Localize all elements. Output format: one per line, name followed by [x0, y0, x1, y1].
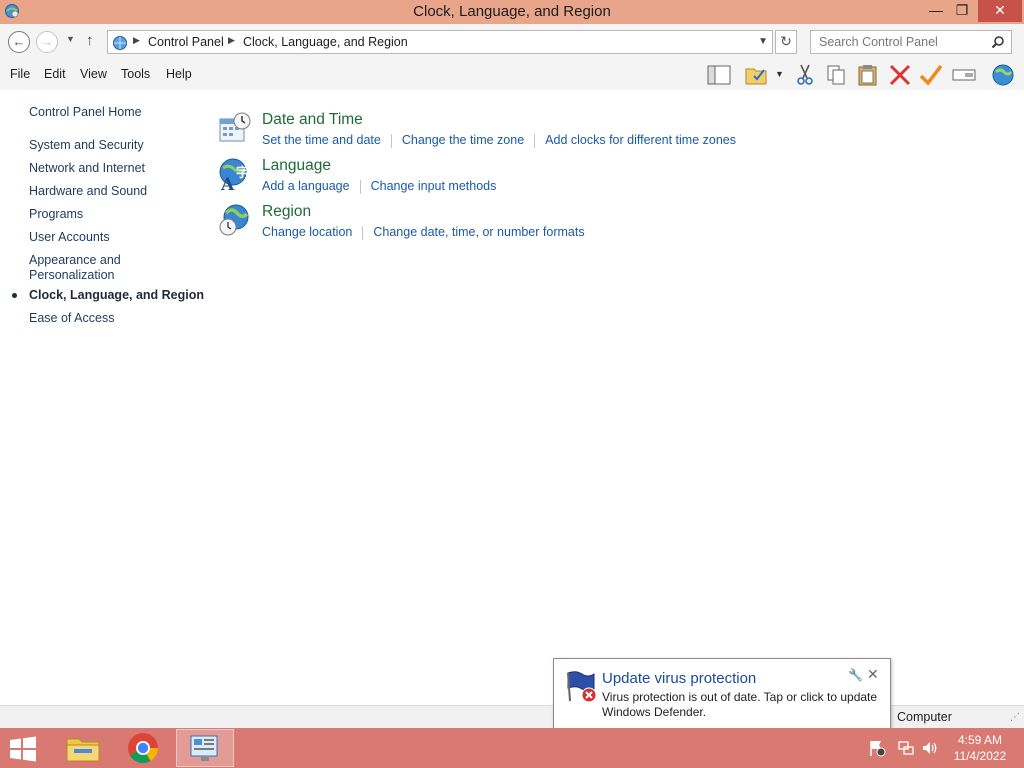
language-links: Add a language Change input methods [262, 179, 496, 194]
close-button[interactable]: ✕ [978, 0, 1022, 22]
globe-icon[interactable] [990, 63, 1016, 87]
refresh-button[interactable]: ↻ [775, 30, 797, 54]
change-formats-link[interactable]: Change date, time, or number formats [373, 225, 584, 239]
clock-date: 11/4/2022 [953, 749, 1007, 763]
view-dropdown-icon[interactable]: ▼ [775, 69, 784, 79]
set-time-and-date-link[interactable]: Set the time and date [262, 133, 381, 147]
link-separator [359, 179, 361, 194]
maximize-button[interactable]: ❐ [948, 0, 976, 22]
taskbar: 4:59 AM 11/4/2022 [0, 728, 1024, 768]
back-button[interactable]: ← [8, 31, 30, 53]
chrome-icon [128, 733, 158, 764]
breadcrumb-separator-icon[interactable]: ▶ [228, 35, 235, 46]
windows-start-icon[interactable] [8, 736, 38, 762]
notification-options-icon[interactable]: 🔧 [848, 668, 863, 682]
security-flag-error-icon [567, 671, 597, 703]
search-icon[interactable] [991, 35, 1005, 49]
sidebar-item-system-security[interactable]: System and Security [29, 138, 144, 153]
sidebar-item-control-panel-home[interactable]: Control Panel Home [29, 105, 142, 120]
clock-time: 4:59 AM [957, 733, 1003, 747]
menu-help[interactable]: Help [166, 67, 192, 81]
add-language-link[interactable]: Add a language [262, 179, 350, 193]
date-and-time-title[interactable]: Date and Time [262, 111, 363, 129]
svg-text:A: A [220, 175, 235, 191]
breadcrumb-control-panel[interactable]: Control Panel [148, 35, 224, 49]
control-panel-taskbar-icon [190, 735, 218, 761]
status-computer-label: Computer [897, 710, 952, 724]
change-input-methods-link[interactable]: Change input methods [371, 179, 497, 193]
folder-check-icon[interactable] [744, 63, 770, 87]
notification-title: Update virus protection [602, 670, 757, 687]
copy-icon[interactable] [823, 63, 849, 87]
action-center-flag-icon[interactable] [868, 739, 886, 757]
sidebar-item-hardware-sound[interactable]: Hardware and Sound [29, 184, 147, 199]
search-input[interactable]: Search Control Panel [810, 30, 1012, 54]
up-arrow-icon[interactable]: ↑ [86, 32, 94, 49]
resize-grip-icon[interactable]: ⋰ [1010, 712, 1020, 723]
volume-icon[interactable] [921, 739, 939, 757]
menu-view[interactable]: View [80, 67, 107, 81]
breadcrumb-separator-icon[interactable]: ▶ [133, 35, 140, 46]
menu-tools[interactable]: Tools [121, 67, 150, 81]
system-clock[interactable]: 4:59 AM 11/4/2022 [952, 732, 1008, 764]
language-title[interactable]: Language [262, 157, 331, 175]
sidebar-item-ease-of-access[interactable]: Ease of Access [29, 311, 114, 326]
menu-file[interactable]: File [10, 67, 30, 81]
paste-icon[interactable] [855, 63, 881, 87]
sidebar-item-clock-language-region[interactable]: Clock, Language, and Region [29, 288, 204, 303]
network-icon[interactable] [897, 739, 915, 757]
layout-pane-icon[interactable] [706, 63, 732, 87]
link-separator [362, 225, 364, 240]
forward-button[interactable]: → [36, 31, 58, 53]
notification-message: Virus protection is out of date. Tap or … [602, 690, 878, 719]
search-placeholder: Search Control Panel [819, 35, 938, 49]
menu-edit[interactable]: Edit [44, 67, 66, 81]
file-explorer-icon [66, 738, 100, 762]
link-separator [534, 133, 536, 148]
sidebar-item-programs[interactable]: Programs [29, 207, 83, 222]
menu-bar: File Edit View Tools Help ▼ [0, 60, 1024, 90]
minimize-button[interactable]: — [922, 0, 950, 22]
address-dropdown-icon[interactable]: ▼ [758, 36, 768, 47]
region-title[interactable]: Region [262, 203, 311, 221]
date-and-time-links: Set the time and date Change the time zon… [262, 133, 736, 148]
current-item-bullet [12, 293, 17, 298]
change-time-zone-link[interactable]: Change the time zone [402, 133, 524, 147]
checkmark-icon[interactable] [918, 63, 944, 87]
taskbar-file-explorer[interactable] [54, 729, 112, 767]
date-time-icon [219, 112, 251, 142]
update-virus-protection-notification[interactable]: Update virus protection Virus protection… [553, 658, 891, 729]
region-icon [219, 204, 249, 236]
address-bar[interactable]: ▶ Control Panel ▶ Clock, Language, and R… [107, 30, 773, 54]
notification-close-icon[interactable]: ✕ [867, 666, 879, 683]
svg-text:字: 字 [236, 165, 249, 181]
window-title: Clock, Language, and Region [413, 3, 611, 20]
delete-icon[interactable] [887, 63, 913, 87]
link-separator [390, 133, 392, 148]
address-row: ← → ▼ ↑ ▶ Control Panel ▶ Clock, Languag… [0, 24, 1024, 60]
sidebar-item-user-accounts[interactable]: User Accounts [29, 230, 110, 245]
sidebar-item-network-internet[interactable]: Network and Internet [29, 161, 145, 176]
change-location-link[interactable]: Change location [262, 225, 352, 239]
add-clocks-link[interactable]: Add clocks for different time zones [545, 133, 736, 147]
taskbar-control-panel[interactable] [176, 729, 234, 767]
cut-icon[interactable] [792, 63, 818, 87]
title-bar: Clock, Language, and Region — ❐ ✕ [0, 0, 1024, 24]
language-icon: A 字 [219, 158, 249, 191]
breadcrumb-current[interactable]: Clock, Language, and Region [243, 35, 408, 49]
region-links: Change location Change date, time, or num… [262, 225, 585, 240]
sidebar-item-appearance[interactable]: Appearance and Personalization [29, 253, 149, 283]
control-panel-globe-icon [113, 36, 127, 50]
rename-icon[interactable] [951, 63, 977, 87]
recent-locations-dropdown-icon[interactable]: ▼ [66, 34, 75, 44]
taskbar-google-chrome[interactable] [114, 729, 172, 767]
